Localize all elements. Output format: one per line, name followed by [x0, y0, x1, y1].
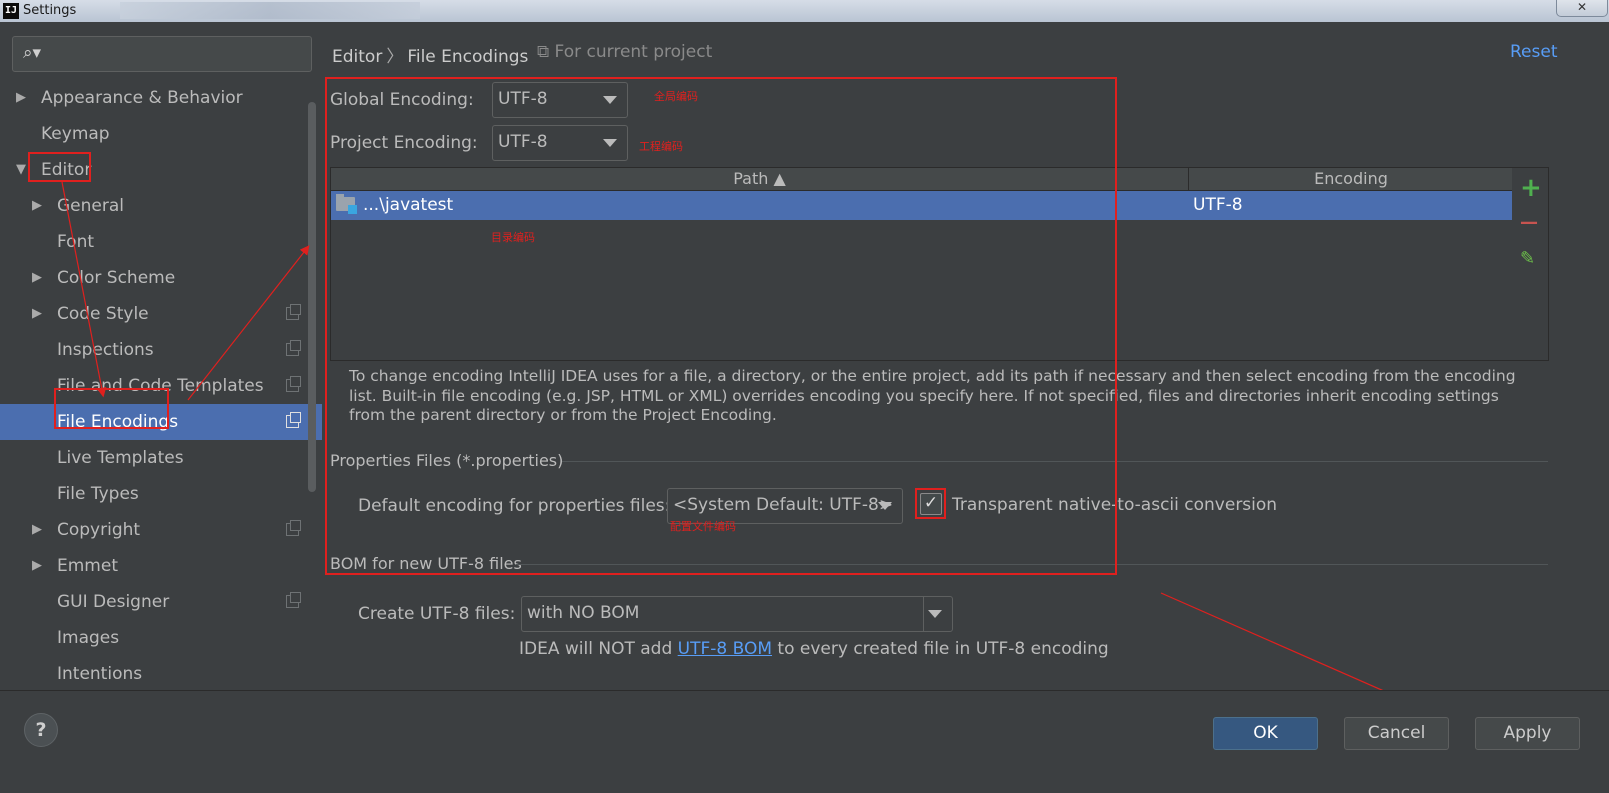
dialog-footer: ? OK Cancel Apply — [0, 690, 1609, 793]
arrow-editor-to-file-encodings — [61, 181, 107, 398]
annotation-arrows — [61, 181, 1487, 756]
cancel-button[interactable]: Cancel — [1344, 717, 1449, 750]
apply-button[interactable]: Apply — [1475, 717, 1580, 750]
arrow-file-encodings-to-panel — [187, 245, 310, 401]
ok-button[interactable]: OK — [1213, 717, 1318, 750]
help-button[interactable]: ? — [24, 713, 58, 747]
